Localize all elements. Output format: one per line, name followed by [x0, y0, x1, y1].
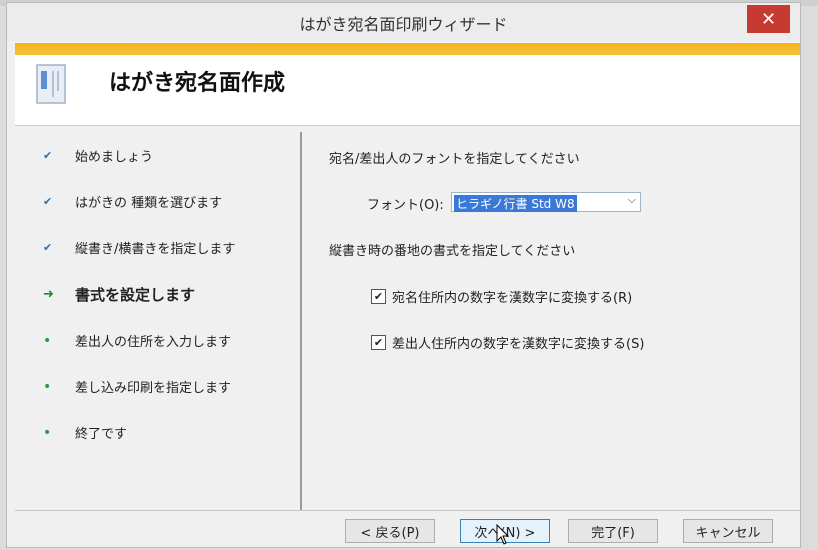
checkbox-checked-icon[interactable]: ✔	[371, 289, 386, 304]
checkbox-label: 差出人住所内の数字を漢数字に変換する(S)	[392, 337, 645, 352]
step-label: 縦書き/横書きを指定します	[75, 242, 236, 257]
step-label: 終了です	[75, 427, 128, 442]
accent-bar	[15, 43, 800, 55]
step-item-current: ➜ 書式を設定します	[43, 284, 195, 305]
chevron-down-icon[interactable]: ⌵	[628, 193, 636, 207]
kanji-sender-checkbox[interactable]: ✔ 差出人住所内の数字を漢数字に変換する(S)	[371, 333, 644, 352]
step-item: • 差し込み印刷を指定します	[43, 377, 232, 397]
bullet-icon: •	[43, 378, 52, 395]
button-bar: < 戻る(P) 次へ(N) > 完了(F) キャンセル	[15, 510, 800, 550]
checkbox-checked-icon[interactable]: ✔	[371, 335, 386, 350]
step-label: はがきの 種類を選びます	[75, 196, 223, 211]
content-area: ✔ 始めましょう ✔ はがきの 種類を選びます ✔ 縦書き/横書きを指定します …	[15, 125, 800, 510]
step-label: 始めましょう	[75, 150, 154, 165]
close-icon: ✕	[760, 8, 777, 30]
step-label: 差し込み印刷を指定します	[75, 381, 232, 396]
arrow-right-icon: ➜	[43, 287, 54, 302]
step-item: ✔ 始めましょう	[43, 146, 153, 165]
font-heading: 宛名/差出人のフォントを指定してください	[329, 152, 580, 167]
kanji-recipient-checkbox[interactable]: ✔ 宛名住所内の数字を漢数字に変換する(R)	[371, 287, 632, 306]
back-button[interactable]: < 戻る(P)	[345, 519, 435, 543]
bullet-icon: •	[43, 424, 52, 441]
panel-divider	[300, 132, 302, 510]
check-icon: ✔	[43, 241, 53, 254]
step-item: • 終了です	[43, 423, 128, 443]
page-title: はがき宛名面作成	[109, 71, 286, 96]
font-select[interactable]: ヒラギノ行書 Std W8 ⌵	[451, 192, 641, 212]
step-label: 差出人の住所を入力します	[75, 335, 232, 350]
step-item: ✔ はがきの 種類を選びます	[43, 192, 222, 211]
window-title: はがき宛名面印刷ウィザード	[299, 15, 508, 34]
checkbox-label: 宛名住所内の数字を漢数字に変換する(R)	[392, 291, 633, 306]
font-label: フォント(O):	[367, 198, 444, 213]
check-icon: ✔	[43, 149, 53, 162]
document-icon	[36, 64, 66, 104]
step-label: 書式を設定します	[75, 286, 196, 304]
check-icon: ✔	[43, 195, 53, 208]
address-heading: 縦書き時の番地の書式を指定してください	[329, 244, 576, 259]
title-bar[interactable]: はがき宛名面印刷ウィザード ✕	[7, 3, 800, 41]
bullet-icon: •	[43, 332, 52, 349]
wizard-window: はがき宛名面印刷ウィザード ✕ はがき宛名面作成 ✔ 始めましょう ✔ はがきの…	[6, 2, 801, 548]
header-panel: はがき宛名面作成	[15, 55, 800, 125]
font-select-value: ヒラギノ行書 Std W8	[454, 195, 577, 212]
close-button[interactable]: ✕	[747, 5, 790, 33]
step-item: • 差出人の住所を入力します	[43, 331, 232, 351]
finish-button[interactable]: 完了(F)	[568, 519, 658, 543]
step-item: ✔ 縦書き/横書きを指定します	[43, 238, 235, 257]
cancel-button[interactable]: キャンセル	[683, 519, 773, 543]
mouse-pointer-icon	[496, 524, 510, 545]
settings-panel: 宛名/差出人のフォントを指定してください フォント(O): ヒラギノ行書 Std…	[303, 126, 800, 510]
step-list: ✔ 始めましょう ✔ はがきの 種類を選びます ✔ 縦書き/横書きを指定します …	[15, 126, 300, 510]
